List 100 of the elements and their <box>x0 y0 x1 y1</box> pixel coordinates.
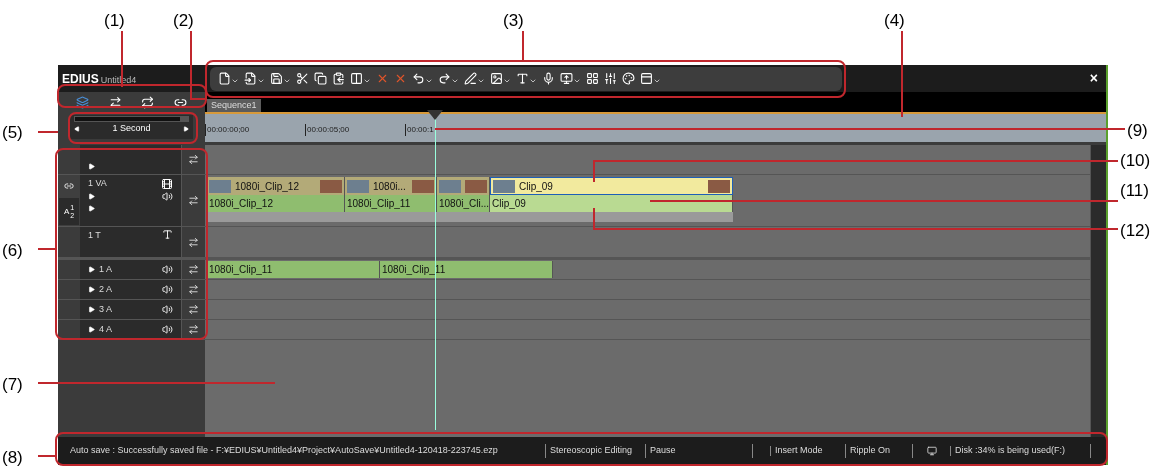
paste-icon[interactable] <box>332 72 345 85</box>
sync-arrows-icon[interactable] <box>188 324 199 335</box>
zoom-control[interactable]: 1 Second <box>70 115 193 139</box>
leader-line <box>121 31 123 87</box>
callout-label: (7) <box>2 374 23 396</box>
dropdown-caret-icon[interactable] <box>503 77 511 85</box>
track-name: 1 VA <box>88 177 107 190</box>
video-clip[interactable] <box>437 177 490 195</box>
audio-clip[interactable]: 1080i_Cli... <box>437 195 490 212</box>
callout-label: (8) <box>2 447 23 467</box>
dropdown-caret-icon[interactable] <box>477 77 485 85</box>
speaker-icon[interactable] <box>162 264 173 275</box>
microphone-icon[interactable] <box>542 72 555 85</box>
speaker-icon[interactable] <box>162 324 173 335</box>
clip-name: 1080i... <box>373 179 406 194</box>
track-name: 1 T <box>88 229 101 242</box>
dropdown-caret-icon[interactable] <box>231 77 239 85</box>
title-track-icon[interactable] <box>162 229 173 240</box>
photo-placeholder <box>320 179 342 193</box>
leader-line <box>38 248 55 250</box>
sequence-tab[interactable]: Sequence1 <box>207 98 261 112</box>
video-clip[interactable]: 1080i... <box>345 177 437 195</box>
title-icon[interactable] <box>516 72 529 85</box>
film-icon[interactable] <box>161 177 173 190</box>
clip-name: 1080i_Clip_12 <box>235 179 299 194</box>
monitor-icon[interactable] <box>926 446 937 456</box>
delete-icon[interactable] <box>376 72 389 85</box>
speaker-icon[interactable] <box>162 284 173 295</box>
expand-triangle-icon[interactable] <box>88 306 95 313</box>
speaker-icon[interactable] <box>162 304 173 315</box>
sync-arrows-icon[interactable] <box>188 284 199 295</box>
status-text: Disk :34% is being used(F:) <box>955 445 1066 456</box>
output-icon[interactable] <box>560 72 573 85</box>
undo-icon[interactable] <box>412 72 425 85</box>
dropdown-caret-icon[interactable] <box>425 77 433 85</box>
scrollbar[interactable] <box>1090 145 1106 437</box>
right-triangle-icon[interactable] <box>183 125 189 132</box>
track-name: 2 A <box>99 282 112 296</box>
status-text: Pause <box>650 445 676 456</box>
mixer-icon[interactable] <box>604 72 617 85</box>
split-icon[interactable] <box>350 72 363 85</box>
speaker-icon[interactable] <box>162 190 173 202</box>
expand-triangle-icon[interactable] <box>88 163 95 170</box>
leader-line <box>38 131 58 133</box>
track-name: 3 A <box>99 302 112 316</box>
layout-icon[interactable] <box>640 72 653 85</box>
left-triangle-icon[interactable] <box>74 125 80 132</box>
expand-triangle-icon[interactable] <box>88 326 95 333</box>
zoom-slider-fill[interactable] <box>75 117 181 121</box>
clip-name: Clip_09 <box>492 197 526 211</box>
dropdown-caret-icon[interactable] <box>653 77 661 85</box>
dropdown-caret-icon[interactable] <box>363 77 371 85</box>
photo-placeholder <box>708 179 730 193</box>
dropdown-caret-icon[interactable] <box>529 77 537 85</box>
ripple-delete-icon[interactable] <box>394 72 407 85</box>
loop-icon[interactable] <box>141 95 155 109</box>
clip-name: Clip_09 <box>519 179 553 194</box>
redo-icon[interactable] <box>438 72 451 85</box>
grid-icon[interactable] <box>586 72 599 85</box>
sync-arrows-icon[interactable] <box>188 195 199 206</box>
clip-name: 1080i_Clip_11 <box>209 263 273 277</box>
photo-placeholder <box>412 179 434 193</box>
close-button[interactable]: × <box>1089 68 1098 89</box>
import-icon[interactable] <box>244 72 257 85</box>
copy-icon[interactable] <box>314 72 327 85</box>
callout-label: (11) <box>1120 180 1149 202</box>
photo-placeholder <box>493 179 515 193</box>
audio-clip[interactable]: 1080i_Clip_11 <box>207 261 380 278</box>
sync-arrows-icon[interactable] <box>188 304 199 315</box>
clip-name: 1080i_Clip_11 <box>347 197 411 211</box>
video-clip[interactable]: Clip_09 <box>490 177 733 195</box>
image-icon[interactable] <box>490 72 503 85</box>
sync-arrows-icon[interactable] <box>188 154 199 165</box>
dropdown-caret-icon[interactable] <box>573 77 581 85</box>
callout-label: (1) <box>104 10 125 32</box>
expand-triangle-icon[interactable] <box>88 286 95 293</box>
timecode-label: 00:00:05;00 <box>305 124 405 136</box>
status-text: Stereoscopic Editing <box>550 445 633 456</box>
cut-icon[interactable] <box>296 72 309 85</box>
audio-clip[interactable]: 1080i_Clip_11 <box>345 195 437 212</box>
track-name: 4 A <box>99 322 112 336</box>
dropdown-caret-icon[interactable] <box>283 77 291 85</box>
callout-label: (10) <box>1120 150 1151 172</box>
arrows-icon[interactable] <box>108 95 122 109</box>
audio-clip[interactable]: Clip_09 <box>490 195 733 212</box>
dropdown-caret-icon[interactable] <box>451 77 459 85</box>
sync-arrows-icon[interactable] <box>188 236 199 248</box>
time-ruler[interactable]: 00:00:00;00 00:00:05;00 00:00:1 <box>205 112 1106 142</box>
track-mode-icon[interactable] <box>75 95 89 109</box>
expand-triangle-icon[interactable] <box>88 266 95 273</box>
sync-arrows-icon[interactable] <box>188 264 199 275</box>
save-icon[interactable] <box>270 72 283 85</box>
callout-label: (4) <box>884 10 905 32</box>
clip-name: 1080i_Clip_12 <box>209 197 273 211</box>
new-file-icon[interactable] <box>218 72 231 85</box>
audio-clip[interactable]: 1080i_Clip_12 <box>207 195 345 212</box>
dropdown-caret-icon[interactable] <box>257 77 265 85</box>
video-clip[interactable]: 1080i_Clip_12 <box>207 177 345 195</box>
leader-line <box>522 31 524 61</box>
callout-label: (9) <box>1127 120 1148 142</box>
